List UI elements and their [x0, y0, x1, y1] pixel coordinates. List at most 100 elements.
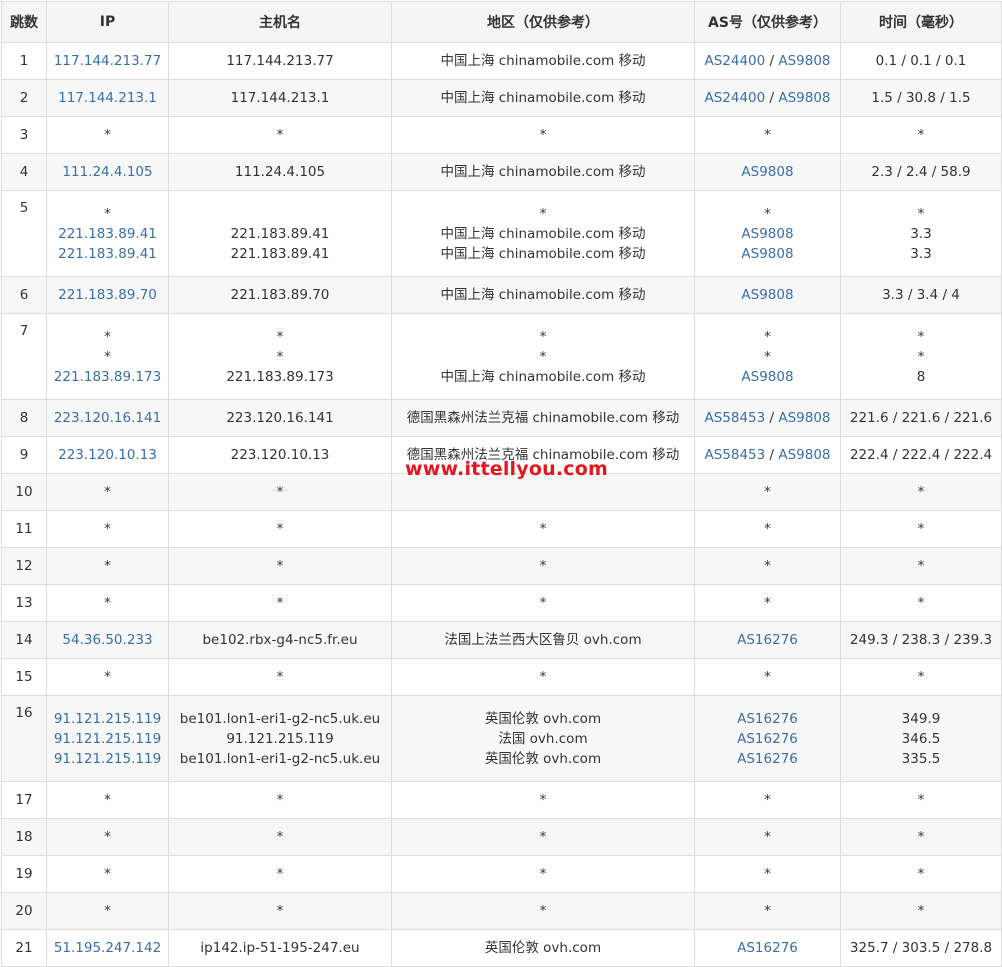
time-cell: *	[840, 781, 1002, 819]
as-link[interactable]: AS9808	[778, 53, 830, 69]
as-link[interactable]: AS24400	[704, 90, 765, 106]
hop-cell: 3	[1, 116, 47, 154]
as-link[interactable]: AS9808	[741, 164, 793, 180]
hostname-cell: 111.24.4.105	[168, 153, 392, 191]
as-link[interactable]: AS16276	[737, 731, 798, 747]
as-link[interactable]: AS16276	[737, 751, 798, 767]
no-reply-marker: *	[764, 328, 771, 345]
ip-cell: *	[46, 547, 169, 585]
as-link[interactable]: AS9808	[741, 226, 793, 242]
ip-cell: 91.121.215.119 91.121.215.119 91.121.215.1…	[46, 695, 169, 782]
region-text	[392, 482, 694, 502]
as-link[interactable]: AS16276	[737, 711, 798, 727]
as-link[interactable]: AS9808	[778, 447, 830, 463]
region-text: 英国伦敦 ovh.com	[484, 750, 602, 767]
hop-cell: 2	[1, 79, 47, 117]
ip-cell: *	[46, 658, 169, 696]
as-link[interactable]: AS9808	[741, 369, 793, 385]
as-cell: AS16276 AS16276 AS16276	[694, 695, 841, 782]
as-link[interactable]: AS16276	[737, 632, 798, 648]
region-text: *	[539, 127, 547, 143]
table-row: 5 * 221.183.89.41 221.183.89.41 221.183.89.…	[1, 190, 1002, 277]
as-cell: *	[694, 473, 841, 511]
region-cell: 英国伦敦 ovh.com 法国 ovh.com 英国伦敦 ovh.com	[391, 695, 695, 782]
time-text: *	[917, 866, 925, 882]
time-text: 349.9	[901, 710, 941, 727]
as-link[interactable]: AS9808	[778, 90, 830, 106]
no-reply-marker: *	[104, 792, 111, 808]
region-text: *	[539, 792, 547, 808]
hop-cell: 12	[1, 547, 47, 585]
as-line: *	[695, 901, 840, 921]
ip-cell: 221.183.89.70	[46, 276, 169, 314]
host-text: ip142.ip-51-195-247.eu	[200, 940, 360, 956]
hostname-cell: *	[168, 116, 392, 154]
host-text: 91.121.215.119	[226, 730, 334, 747]
header-time: 时间（毫秒）	[840, 1, 1002, 43]
ip-link[interactable]: 221.183.89.41	[47, 224, 168, 244]
table-row: 1 117.144.213.77 117.144.213.77 中国上海 chinam…	[1, 42, 1002, 80]
as-link[interactable]: AS58453	[704, 410, 765, 426]
region-text: 英国伦敦 ovh.com	[484, 710, 602, 727]
ip-link[interactable]: 111.24.4.105	[47, 162, 168, 182]
hop-cell: 21	[1, 929, 47, 967]
no-reply-marker: *	[104, 127, 111, 143]
as-line: *	[695, 482, 840, 502]
region-text: 中国上海 chinamobile.com 移动	[440, 368, 646, 385]
host-text: *	[276, 829, 284, 845]
time-text: *	[917, 903, 925, 919]
no-reply-marker: *	[764, 669, 771, 685]
ip-link[interactable]: 117.144.213.77	[47, 51, 168, 71]
ip-link[interactable]: 91.121.215.119	[47, 709, 168, 729]
time-cell: *	[840, 658, 1002, 696]
time-text: *	[917, 669, 925, 685]
time-text: *	[917, 205, 925, 222]
table-row: 7 * * 221.183.89.173 * * 221.183.89.173 * * 中国上海 …	[1, 313, 1002, 400]
hop-cell: 1	[1, 42, 47, 80]
region-text: *	[539, 348, 547, 365]
hop-cell: 20	[1, 892, 47, 930]
as-link[interactable]: AS16276	[737, 940, 798, 956]
as-link[interactable]: AS58453	[704, 447, 765, 463]
time-text: 249.3 / 238.3 / 239.3	[849, 632, 993, 648]
ip-cell: 117.144.213.1	[46, 79, 169, 117]
host-text: 221.183.89.41	[230, 225, 330, 242]
hop-cell: 11	[1, 510, 47, 548]
as-line: *	[695, 204, 840, 224]
ip-link[interactable]: 223.120.16.141	[47, 408, 168, 428]
as-link[interactable]: AS9808	[741, 287, 793, 303]
hop-cell: 18	[1, 818, 47, 856]
no-reply-marker: *	[764, 348, 771, 365]
as-link[interactable]: AS9808	[741, 246, 793, 262]
hop-cell: 4	[1, 153, 47, 191]
as-link[interactable]: AS24400	[704, 53, 765, 69]
ip-link[interactable]: 117.144.213.1	[47, 88, 168, 108]
time-text: 0.1 / 0.1 / 0.1	[875, 53, 967, 69]
ip-link[interactable]: 91.121.215.119	[47, 749, 168, 769]
as-separator: /	[765, 447, 779, 463]
table-row: 12 * * * * *	[1, 547, 1002, 585]
ip-link[interactable]: 91.121.215.119	[47, 729, 168, 749]
no-reply-marker: *	[104, 829, 111, 845]
region-cell: *	[391, 855, 695, 893]
region-cell: *	[391, 818, 695, 856]
table-row: 18 * * * * *	[1, 818, 1002, 856]
ip-link[interactable]: 51.195.247.142	[47, 938, 168, 958]
no-reply-marker: *	[764, 792, 771, 808]
as-cell: *	[694, 855, 841, 893]
time-text: 346.5	[901, 730, 941, 747]
hop-cell: 14	[1, 621, 47, 659]
ip-link[interactable]: 54.36.50.233	[47, 630, 168, 650]
ip-link[interactable]: 221.183.89.70	[47, 285, 168, 305]
ip-link[interactable]: 221.183.89.41	[47, 244, 168, 264]
ip-link[interactable]: 223.120.10.13	[47, 445, 168, 465]
hop-cell: 15	[1, 658, 47, 696]
host-text: be102.rbx-g4-nc5.fr.eu	[202, 632, 358, 648]
as-link[interactable]: AS9808	[778, 410, 830, 426]
region-cell: * 中国上海 chinamobile.com 移动 中国上海 chinamobile…	[391, 190, 695, 277]
ip-link[interactable]: 221.183.89.173	[47, 367, 168, 387]
time-cell: *	[840, 855, 1002, 893]
region-cell: * * 中国上海 chinamobile.com 移动	[391, 313, 695, 400]
as-cell: *	[694, 584, 841, 622]
time-cell: *	[840, 510, 1002, 548]
